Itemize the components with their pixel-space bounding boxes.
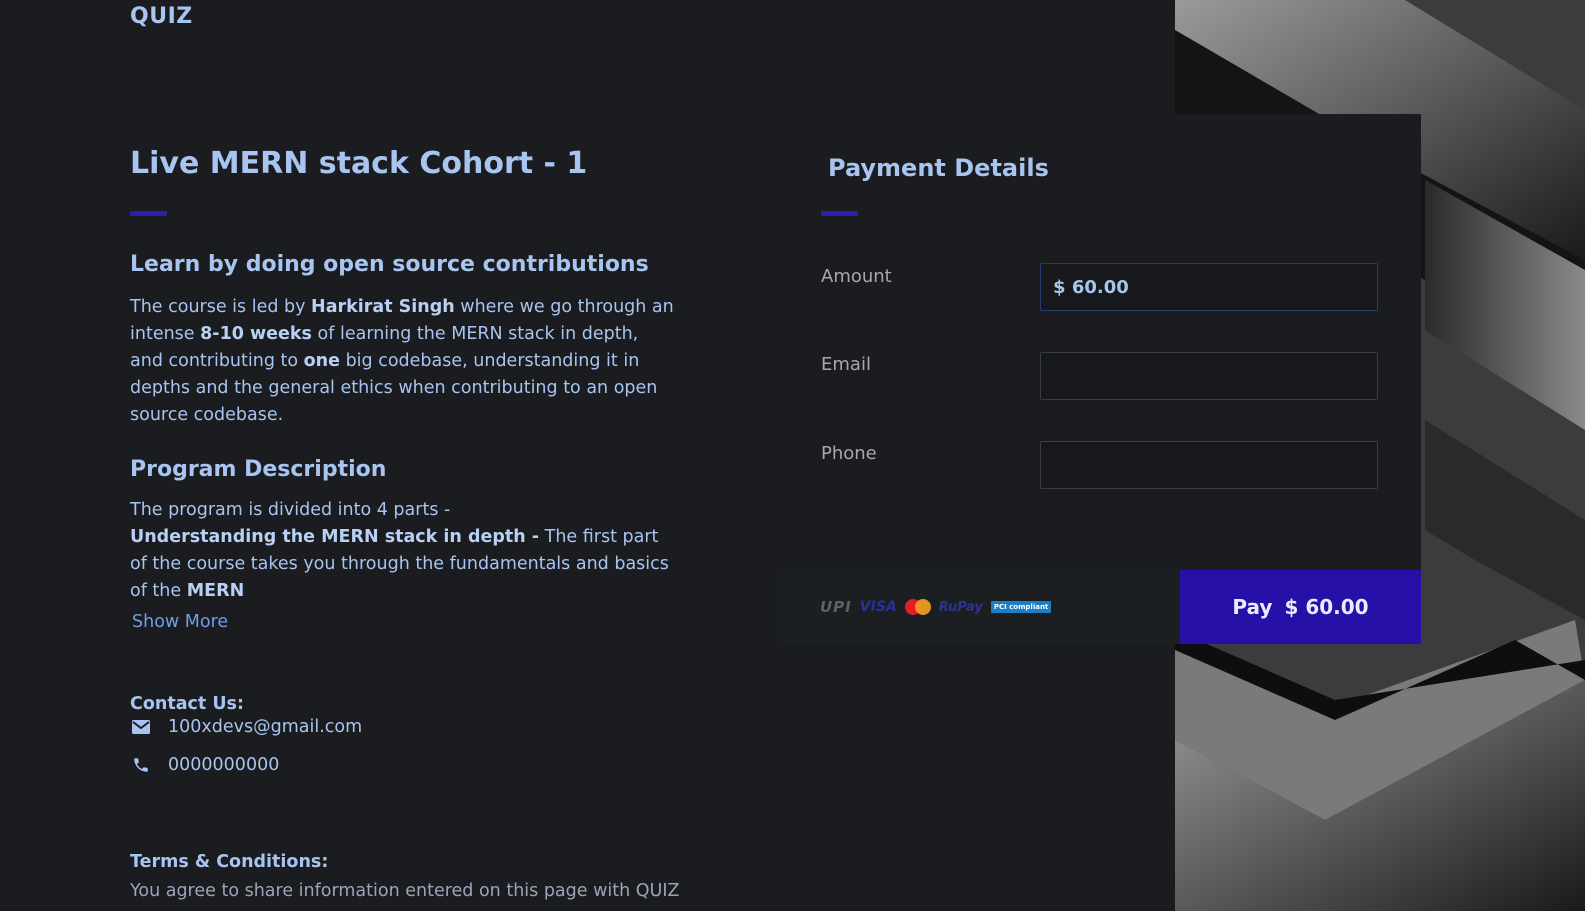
mastercard-logo: [904, 599, 931, 615]
contact-heading: Contact Us:: [130, 694, 244, 714]
contact-phone[interactable]: 0000000000: [168, 755, 279, 775]
section-heading-program: Program Description: [130, 457, 387, 482]
payment-accent-bar: [821, 211, 858, 216]
payment-card: Payment Details Amount $ 60.00 Email Pho…: [778, 114, 1421, 644]
brand-logo: QUIZ: [130, 4, 193, 29]
contact-email[interactable]: 100xdevs@gmail.com: [168, 717, 362, 737]
title-accent-bar: [130, 211, 167, 216]
pay-amount: $ 60.00: [1284, 595, 1369, 619]
amount-field[interactable]: $ 60.00: [1040, 263, 1378, 311]
terms-text: You agree to share information entered o…: [130, 881, 680, 901]
mail-icon: [130, 716, 152, 738]
rupay-logo: RuPay: [938, 599, 983, 615]
pay-button[interactable]: Pay $ 60.00: [1180, 570, 1421, 644]
upi-logo: UPI: [820, 598, 852, 616]
course-summary: The course is led by Harkirat Singh wher…: [130, 297, 674, 425]
payment-page: QUIZ Live MERN stack Cohort - 1 Learn by…: [0, 0, 1585, 911]
phone-field[interactable]: [1040, 441, 1378, 489]
phone-icon: [130, 754, 152, 776]
email-field[interactable]: [1040, 352, 1378, 400]
section-heading-learn: Learn by doing open source contributions: [130, 252, 649, 277]
pay-label: Pay: [1232, 595, 1273, 619]
payment-footer: UPI VISA RuPay PCI compliant Pay $ 60.00: [778, 570, 1421, 644]
program-description: The program is divided into 4 parts - Un…: [130, 500, 669, 601]
amount-value: 60.00: [1071, 276, 1129, 298]
payment-title: Payment Details: [828, 154, 1049, 182]
email-label: Email: [821, 354, 871, 375]
visa-logo: VISA: [859, 599, 897, 615]
payment-method-logos: UPI VISA RuPay PCI compliant: [778, 570, 1180, 644]
terms-heading: Terms & Conditions:: [130, 852, 329, 872]
currency-symbol: $: [1053, 276, 1066, 298]
contact-email-row: 100xdevs@gmail.com: [130, 716, 362, 738]
show-more-link[interactable]: Show More: [132, 612, 228, 632]
phone-label: Phone: [821, 443, 877, 464]
amount-label: Amount: [821, 266, 892, 287]
pci-compliant-badge: PCI compliant: [990, 601, 1052, 613]
course-title: Live MERN stack Cohort - 1: [130, 146, 588, 181]
contact-phone-row: 0000000000: [130, 754, 279, 776]
